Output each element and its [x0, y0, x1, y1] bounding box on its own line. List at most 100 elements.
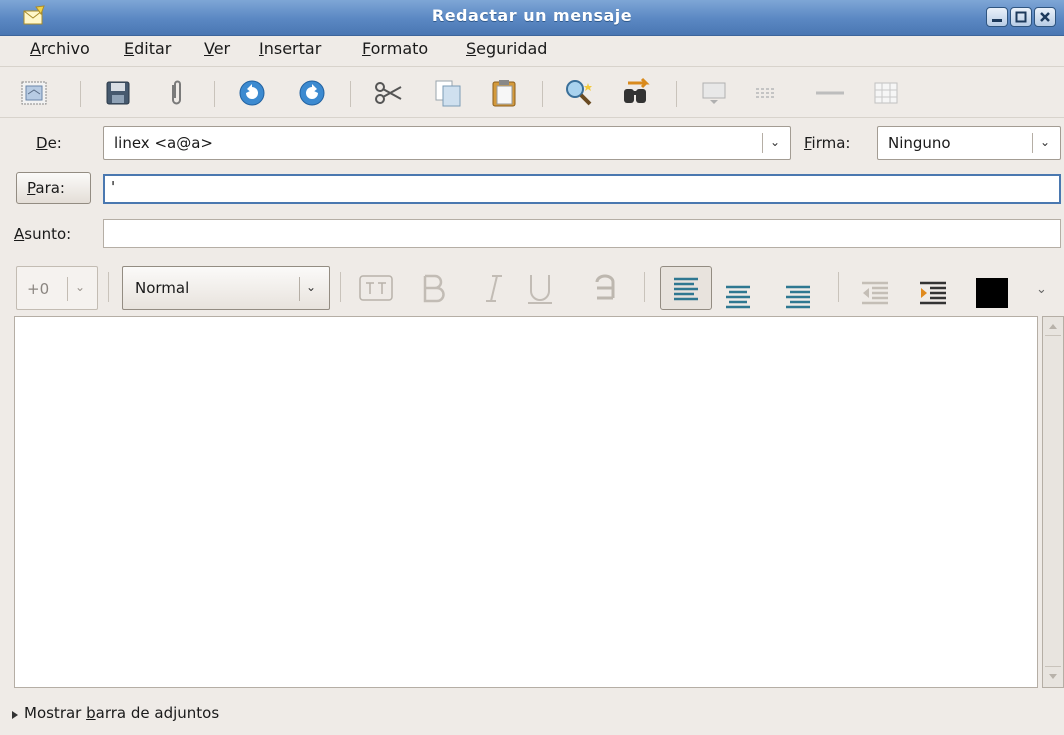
chevron-down-icon[interactable]: ⌄ — [1036, 282, 1047, 297]
label-text: Mostrar — [24, 704, 87, 722]
bold-icon[interactable] — [418, 272, 450, 304]
align-left-button[interactable] — [660, 266, 712, 310]
window-title: Redactar un mensaje — [431, 6, 633, 25]
toolbar-separator — [80, 81, 81, 107]
menu-formato[interactable]: Formato — [362, 39, 428, 58]
strikethrough-icon[interactable] — [588, 274, 622, 304]
close-icon — [1040, 12, 1050, 22]
align-center-icon[interactable] — [724, 284, 752, 310]
to-button[interactable]: Para: — [16, 172, 91, 204]
font-size-value: +0 — [27, 280, 50, 298]
mnemonic: D — [36, 134, 48, 152]
menu-seguridad[interactable]: Seguridad — [466, 39, 547, 58]
menu-label: eguridad — [476, 39, 548, 58]
mnemonic: F — [362, 39, 371, 58]
format-toolbar: +0 ⌄ Normal ⌄ ⌄ — [0, 258, 1064, 316]
subject-input[interactable] — [103, 219, 1061, 248]
insert-image-icon[interactable] — [698, 77, 730, 109]
minimize-button[interactable] — [986, 7, 1008, 27]
toolbar-separator — [350, 81, 351, 107]
toolbar-separator — [644, 272, 645, 302]
expander-arrow-icon[interactable] — [10, 710, 20, 720]
italic-icon[interactable] — [478, 272, 510, 304]
label-text: sunto: — [24, 225, 72, 243]
send-icon[interactable] — [18, 77, 50, 109]
attach-icon[interactable] — [160, 77, 192, 109]
maximize-button[interactable] — [1010, 7, 1032, 27]
mnemonic: F — [804, 134, 812, 152]
indent-icon[interactable] — [918, 280, 948, 306]
save-icon[interactable] — [102, 77, 134, 109]
font-size-combo[interactable]: +0 ⌄ — [16, 266, 98, 310]
find-replace-icon[interactable] — [620, 77, 652, 109]
label-text: irma: — [811, 134, 851, 152]
maximize-icon — [1015, 11, 1027, 23]
menu-archivo[interactable]: Archivo — [30, 39, 90, 58]
menu-label: nsertar — [263, 39, 322, 58]
menu-label: er — [213, 39, 231, 58]
to-input[interactable]: ' — [103, 174, 1061, 204]
chevron-down-icon: ⌄ — [306, 280, 317, 294]
close-button[interactable] — [1034, 7, 1056, 27]
menu-bar: Archivo Editar Ver Insertar Formato Segu… — [0, 36, 1064, 66]
mnemonic: S — [466, 39, 477, 58]
mnemonic: A — [30, 39, 41, 58]
signature-combo[interactable]: Ninguno ⌄ — [877, 126, 1061, 160]
underline-icon[interactable] — [524, 272, 556, 306]
menu-label: rchivo — [40, 39, 90, 58]
label-text: ara: — [35, 179, 65, 197]
menu-ver[interactable]: Ver — [204, 39, 230, 58]
chevron-down-icon: ⌄ — [770, 135, 781, 149]
combo-separator — [762, 133, 763, 153]
from-value: linex <a@a> — [114, 134, 213, 152]
paste-icon[interactable] — [488, 77, 520, 109]
menu-editar[interactable]: Editar — [124, 39, 171, 58]
combo-separator — [299, 277, 300, 301]
from-combo[interactable]: linex <a@a> ⌄ — [103, 126, 791, 160]
title-bar[interactable]: Redactar un mensaje — [0, 0, 1064, 36]
text-color-swatch[interactable] — [976, 278, 1008, 308]
paragraph-style-combo[interactable]: Normal ⌄ — [122, 266, 330, 310]
scroll-track[interactable] — [1045, 335, 1061, 667]
label-text: arra de adjuntos — [95, 704, 220, 722]
insert-table-icon[interactable] — [870, 77, 902, 109]
signature-label: Firma: — [804, 134, 850, 152]
cut-icon[interactable] — [372, 77, 404, 109]
insert-link-icon[interactable] — [750, 77, 782, 109]
horizontal-rule-icon[interactable] — [814, 77, 846, 109]
mnemonic: A — [14, 225, 25, 243]
vertical-scrollbar[interactable] — [1042, 316, 1064, 688]
main-toolbar — [0, 66, 1064, 118]
redo-icon[interactable] — [296, 77, 328, 109]
message-body-editor[interactable] — [14, 316, 1038, 688]
minimize-icon — [992, 19, 1002, 22]
mnemonic: V — [204, 39, 214, 58]
find-icon[interactable] — [562, 77, 594, 109]
toolbar-separator — [214, 81, 215, 107]
to-value: ' — [111, 178, 116, 196]
chevron-down-icon: ⌄ — [75, 280, 86, 294]
align-left-icon — [674, 277, 698, 301]
toolbar-separator — [340, 272, 341, 302]
menu-label: ormato — [370, 39, 429, 58]
align-right-icon[interactable] — [784, 284, 812, 310]
chevron-down-icon: ⌄ — [1040, 135, 1051, 149]
scroll-down-icon[interactable] — [1048, 673, 1058, 681]
menu-insertar[interactable]: Insertar — [259, 39, 321, 58]
toolbar-separator — [676, 81, 677, 107]
undo-icon[interactable] — [236, 77, 268, 109]
subject-label: Asunto: — [14, 225, 71, 243]
outdent-icon[interactable] — [860, 280, 890, 306]
mnemonic: E — [124, 39, 135, 58]
show-attachments-toggle[interactable]: Mostrar barra de adjuntos — [24, 704, 219, 722]
teletype-icon[interactable] — [358, 274, 394, 302]
to-label: Para: — [27, 179, 65, 197]
toolbar-separator — [108, 272, 109, 302]
paragraph-style-value: Normal — [135, 279, 190, 297]
copy-icon[interactable] — [432, 77, 464, 109]
scroll-up-icon[interactable] — [1048, 322, 1058, 330]
combo-separator — [67, 277, 68, 301]
mnemonic: b — [86, 704, 96, 722]
menu-label: ditar — [134, 39, 172, 58]
signature-value: Ninguno — [888, 134, 951, 152]
